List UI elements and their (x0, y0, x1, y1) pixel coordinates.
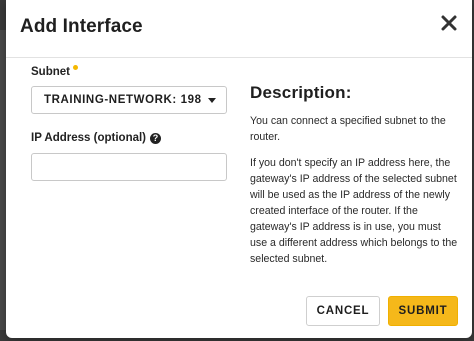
modal-header: Add Interface (6, 0, 472, 58)
subnet-label: Subnet (31, 64, 231, 80)
header-divider (6, 57, 472, 58)
ip-address-input[interactable] (31, 153, 227, 181)
ip-address-label-text: IP Address (optional) (31, 132, 147, 144)
question-circle-icon[interactable]: ? (150, 132, 162, 144)
add-interface-modal: Add Interface Subnet TRAINING-NETWORK: 1… (6, 0, 472, 338)
description-paragraph-1: You can connect a specified subnet to th… (250, 115, 446, 143)
modal-footer: CANCEL SUBMIT (306, 296, 458, 326)
close-icon (441, 15, 457, 31)
required-indicator (72, 64, 78, 70)
chevron-down-icon (208, 97, 216, 103)
ip-address-label: IP Address (optional) ? (31, 130, 231, 146)
description-paragraph-2: If you don't specify an IP address here,… (250, 157, 458, 265)
description-column: Description: You can connect a specified… (250, 83, 460, 267)
subnet-label-text: Subnet (31, 66, 70, 78)
form-column: Subnet TRAINING-NETWORK: 198.... IP Addr… (31, 64, 231, 181)
modal-title: Add Interface (20, 16, 143, 37)
subnet-select-value: TRAINING-NETWORK: 198.... (44, 94, 202, 106)
description-heading: Description: (250, 83, 352, 102)
submit-button[interactable]: SUBMIT (388, 296, 458, 326)
subnet-select[interactable]: TRAINING-NETWORK: 198.... (31, 86, 227, 114)
cancel-button[interactable]: CANCEL (306, 296, 380, 326)
close-button[interactable] (438, 12, 460, 34)
